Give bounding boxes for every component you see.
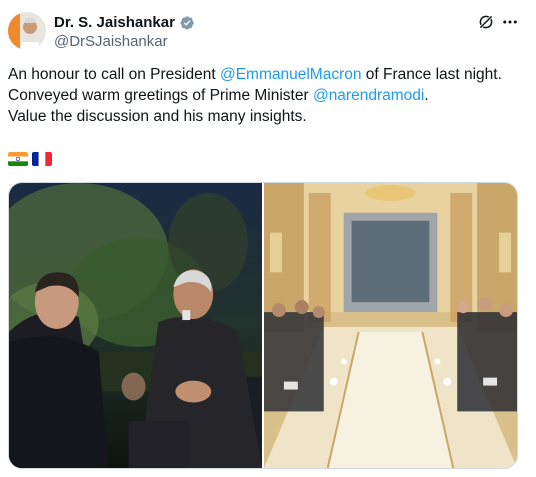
author-avatar[interactable]: [8, 12, 46, 50]
tweet-text-segment: Conveyed warm greetings of Prime Ministe…: [8, 87, 313, 104]
grok-icon[interactable]: [477, 13, 495, 31]
tweet-media-grid: [8, 182, 518, 469]
photo-handshake[interactable]: [9, 183, 262, 468]
india-flag-icon: [8, 152, 28, 166]
france-flag-icon: [32, 152, 52, 166]
verified-badge-icon: [180, 15, 194, 30]
meeting-photo-image: [264, 183, 517, 468]
mention-link-modi[interactable]: @narendramodi: [313, 87, 424, 104]
mention-link-macron[interactable]: @EmmanuelMacron: [220, 66, 362, 83]
avatar-photo-icon: [8, 12, 46, 50]
tweet-line-1: An honour to call on President @Emmanuel…: [8, 64, 523, 85]
tweet-line-2: Conveyed warm greetings of Prime Ministe…: [8, 85, 523, 106]
more-options-icon[interactable]: [501, 13, 519, 31]
tweet-card[interactable]: Dr. S. Jaishankar @DrSJaishankar An hono…: [0, 0, 536, 477]
flag-emojis: [8, 152, 52, 166]
tweet-text-segment: of France last night.: [361, 66, 502, 83]
tweet-text: An honour to call on President @Emmanuel…: [8, 64, 523, 127]
photo-delegation-meeting[interactable]: [264, 183, 517, 468]
tweet-text-segment: .: [424, 87, 429, 104]
tweet-line-3: Value the discussion and his many insigh…: [8, 108, 307, 125]
handshake-photo-image: [9, 183, 262, 468]
author-handle[interactable]: @DrSJaishankar: [54, 33, 168, 50]
author-name-row[interactable]: Dr. S. Jaishankar: [54, 14, 195, 31]
author-display-name[interactable]: Dr. S. Jaishankar: [54, 14, 175, 31]
tweet-text-segment: An honour to call on President: [8, 66, 220, 83]
